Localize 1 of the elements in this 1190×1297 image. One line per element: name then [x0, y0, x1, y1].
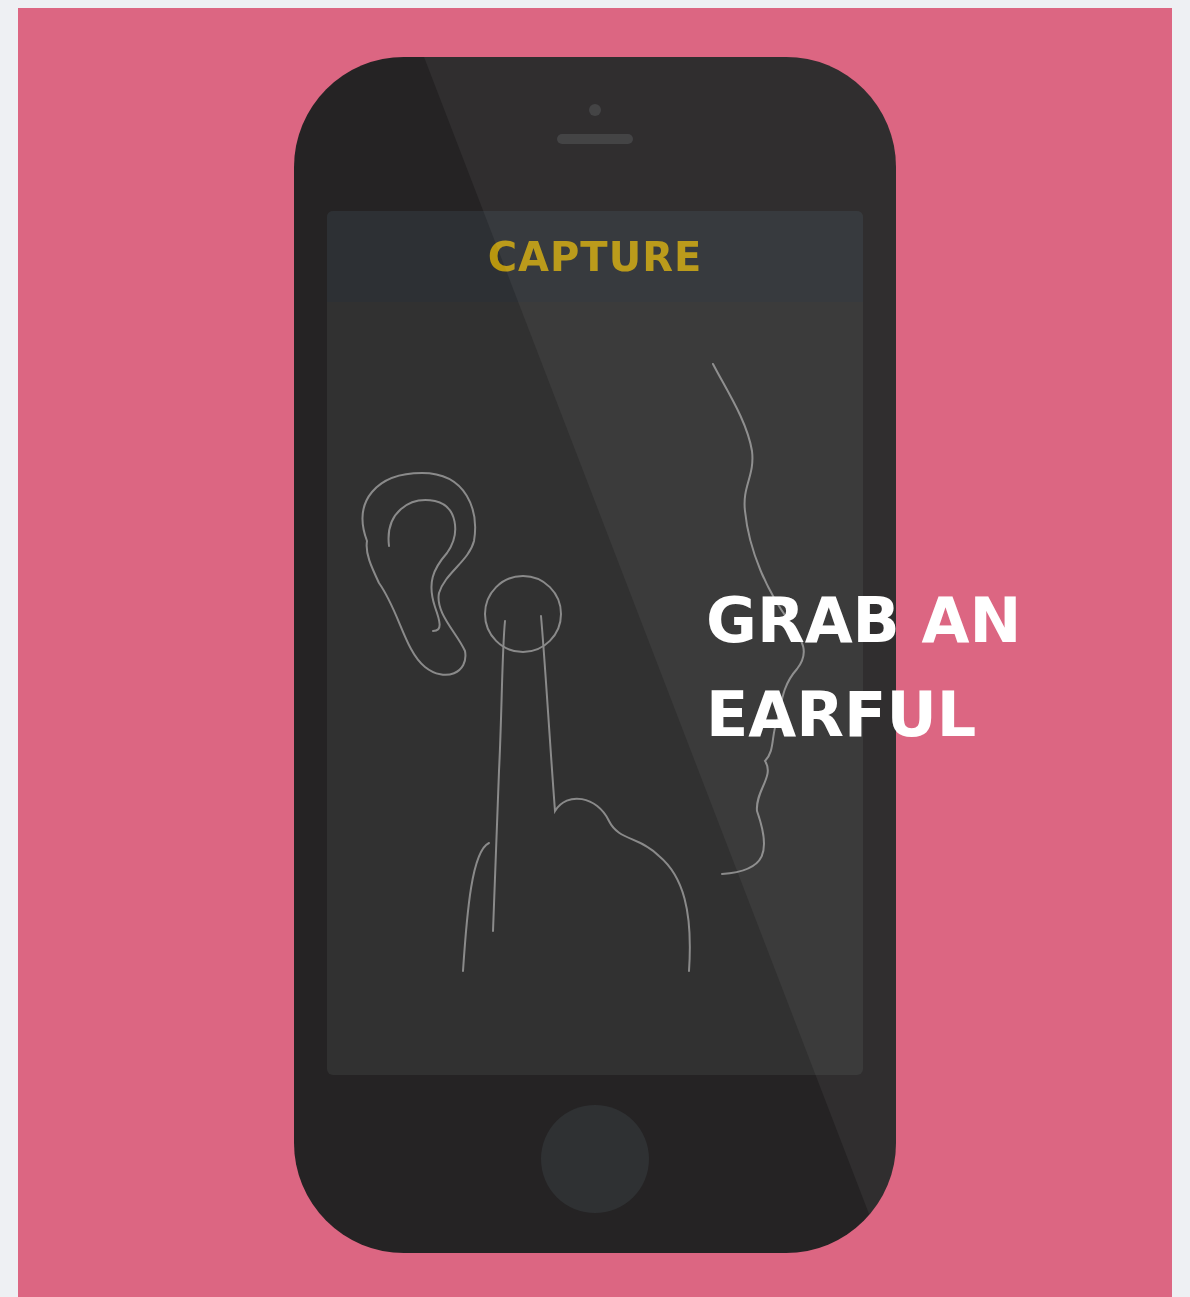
header-title: CAPTURE [487, 233, 703, 280]
